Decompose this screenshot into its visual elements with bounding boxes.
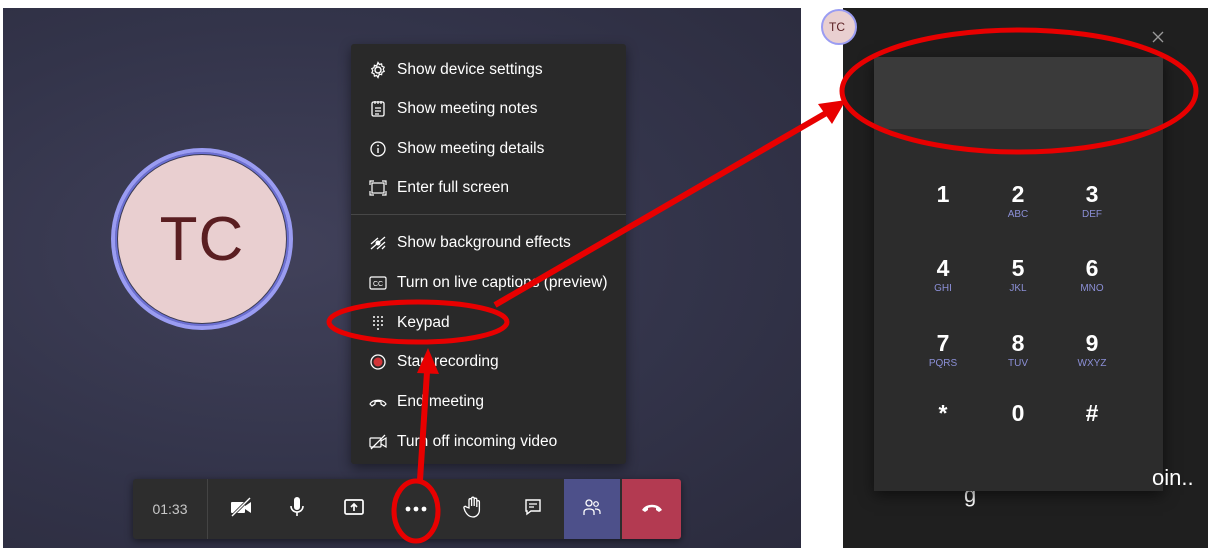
call-timer: 01:33 (133, 479, 208, 539)
more-actions-button[interactable] (396, 479, 436, 539)
joining-status-text: oin.. (1152, 465, 1194, 490)
end-meeting-icon (367, 391, 389, 413)
menu-item-meeting-details[interactable]: Show meeting details (351, 131, 626, 167)
menu-item-live-captions[interactable]: CC Turn on live captions (preview) (351, 265, 626, 301)
key-2[interactable]: 2 ABC (980, 181, 1056, 239)
key-7[interactable]: 7 PQRS (905, 330, 981, 388)
key-4[interactable]: 4 GHI (905, 255, 981, 313)
more-actions-icon (404, 500, 428, 518)
menu-item-start-recording[interactable]: Start recording (351, 344, 626, 380)
arrowhead-display (818, 100, 846, 124)
svg-text:CC: CC (373, 281, 383, 288)
participant-avatar: TC (118, 155, 286, 323)
participants-icon (582, 497, 602, 522)
hang-up-button[interactable] (622, 479, 681, 539)
more-actions-menu: Show device settings Show meeting notes … (351, 44, 626, 464)
share-screen-button[interactable] (334, 479, 374, 539)
menu-item-label: Start recording (397, 353, 499, 370)
menu-item-label: Show device settings (397, 61, 543, 78)
share-screen-icon (343, 497, 365, 522)
keypad-number-display[interactable] (874, 57, 1163, 129)
meeting-control-bar: 01:33 (133, 479, 681, 539)
camera-toggle-button[interactable] (221, 479, 261, 539)
menu-item-meeting-notes[interactable]: Show meeting notes (351, 91, 626, 127)
raise-hand-icon (463, 496, 483, 523)
camera-off-icon (229, 496, 253, 522)
menu-item-full-screen[interactable]: Enter full screen (351, 170, 626, 206)
key-6[interactable]: 6 MNO (1054, 255, 1130, 313)
participants-button[interactable] (564, 479, 620, 539)
chat-button[interactable] (513, 479, 553, 539)
record-icon (367, 351, 389, 373)
gear-icon (367, 59, 389, 81)
menu-item-label: Show background effects (397, 234, 571, 251)
microphone-icon (288, 496, 306, 523)
menu-item-label: End meeting (397, 393, 485, 410)
key-9[interactable]: 9 WXYZ (1054, 330, 1130, 388)
menu-item-background-effects[interactable]: Show background effects (351, 225, 626, 261)
menu-item-label: Enter full screen (397, 179, 509, 196)
close-button[interactable] (1151, 30, 1167, 46)
key-hash[interactable]: # (1054, 400, 1130, 458)
microphone-button[interactable] (277, 479, 317, 539)
key-star[interactable]: * (905, 400, 981, 458)
menu-item-incoming-video[interactable]: Turn off incoming video (351, 424, 626, 460)
key-5[interactable]: 5 JKL (980, 255, 1056, 313)
background-effects-icon (367, 232, 389, 254)
keypad-icon (367, 312, 389, 334)
mini-avatar: TC (821, 9, 857, 45)
fullscreen-icon (367, 177, 389, 199)
menu-item-keypad[interactable]: Keypad (351, 305, 626, 341)
hang-up-icon (641, 500, 663, 518)
info-icon (367, 138, 389, 160)
key-0[interactable]: 0 (980, 400, 1056, 458)
menu-divider (351, 214, 626, 215)
menu-item-label: Show meeting notes (397, 100, 538, 117)
menu-item-label: Turn on live captions (preview) (397, 274, 608, 291)
menu-item-label: Turn off incoming video (397, 433, 558, 450)
raise-hand-button[interactable] (453, 479, 493, 539)
key-3[interactable]: 3 DEF (1054, 181, 1130, 239)
close-icon (1151, 31, 1165, 48)
key-1[interactable]: 1 (905, 181, 981, 239)
key-8[interactable]: 8 TUV (980, 330, 1056, 388)
menu-item-end-meeting[interactable]: End meeting (351, 384, 626, 420)
menu-item-label: Keypad (397, 314, 450, 331)
menu-item-label: Show meeting details (397, 140, 545, 157)
dial-keypad: 1 2 ABC 3 DEF 4 GHI 5 JKL 6 MNO 7 PQRS 8 TUV 9W… (874, 57, 1163, 491)
menu-item-device-settings[interactable]: Show device settings (351, 52, 626, 88)
notes-icon (367, 98, 389, 120)
video-off-icon (367, 431, 389, 453)
chat-icon (524, 498, 542, 521)
captions-icon: CC (367, 272, 389, 294)
